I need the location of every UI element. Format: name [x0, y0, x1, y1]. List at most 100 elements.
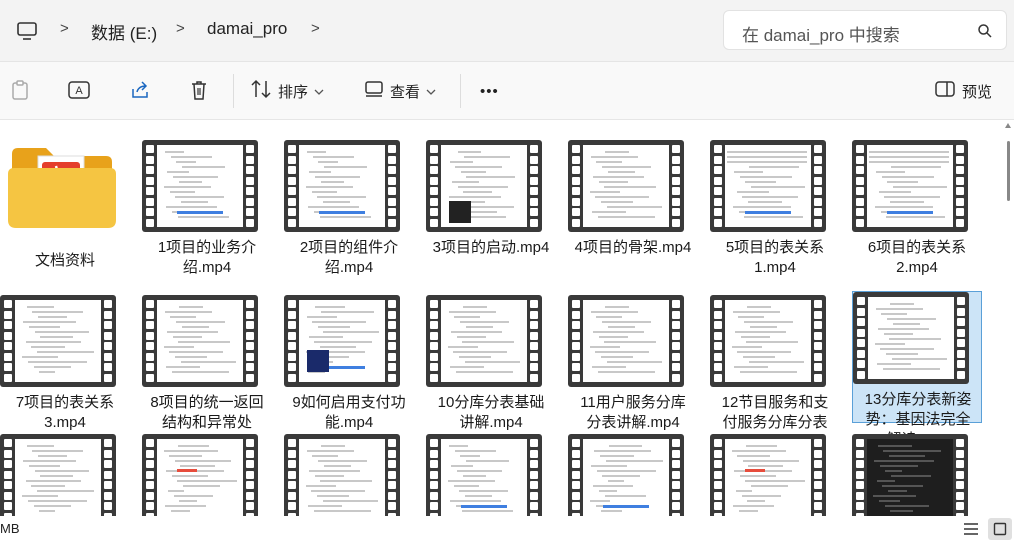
preview-line [25, 480, 82, 482]
film-hole [4, 449, 12, 458]
chevron-right-icon[interactable]: > [311, 20, 320, 37]
rename-icon[interactable]: A [66, 78, 92, 102]
video-file-item[interactable]: 11用户服务分库分表讲解.mp4 [568, 295, 698, 431]
film-hole [572, 310, 580, 319]
film-hole [388, 155, 396, 164]
search-placeholder: 在 damai_pro 中搜索 [742, 26, 900, 45]
preview-line [169, 191, 195, 193]
view-button[interactable]: 查看 [364, 72, 436, 110]
film-hole [530, 197, 538, 206]
preview-line [589, 191, 621, 193]
preview-line [732, 311, 781, 313]
file-name: 7项目的表关系3.mp4 [15, 394, 115, 431]
film-hole [530, 373, 538, 382]
film-hole [714, 310, 722, 319]
film-hole [246, 197, 254, 206]
preview-line [311, 490, 366, 492]
preview-line [465, 460, 510, 462]
preview-line [448, 196, 501, 198]
video-file-item[interactable]: 3项目的启动.mp4 [426, 140, 556, 272]
preview-line [31, 346, 66, 348]
film-hole [430, 321, 438, 329]
chevron-right-icon[interactable]: > [176, 20, 185, 37]
large-icons-view-icon[interactable] [988, 518, 1012, 540]
search-input[interactable]: 在 damai_pro 中搜索 [723, 10, 1007, 50]
scroll-up-arrow[interactable] [1005, 123, 1011, 128]
share-icon[interactable] [127, 78, 153, 102]
details-view-icon[interactable] [960, 518, 982, 540]
preview-line [26, 306, 55, 308]
preview-line [460, 455, 481, 457]
preview-image [307, 350, 329, 372]
film-hole [104, 352, 112, 361]
breadcrumb-drive[interactable]: 数据 (E:) [91, 19, 157, 44]
film-hole [572, 187, 580, 195]
film-hole [146, 208, 154, 216]
video-file-item[interactable]: 5项目的表关系1.mp4 [710, 140, 840, 276]
video-file-item[interactable]: 4项目的骨架.mp4 [568, 140, 698, 272]
scroll-thumb[interactable] [1007, 141, 1010, 201]
preview-line [309, 171, 332, 173]
preview-line [883, 333, 913, 335]
film-hole [246, 460, 254, 468]
video-file-item[interactable]: 7项目的表关系3.mp4 [0, 295, 130, 431]
video-file-item[interactable]: 2项目的组件介绍.mp4 [284, 140, 414, 276]
computer-icon[interactable] [14, 18, 40, 44]
preview-line [461, 510, 514, 512]
video-file-item[interactable]: 8项目的统一返回结构和异常处理.mp4 [142, 295, 272, 451]
film-hole [388, 331, 396, 340]
film-hole [672, 166, 680, 174]
film-hole [388, 470, 396, 479]
folder-item[interactable]: 文档资料 [0, 140, 130, 272]
film-hole [4, 481, 12, 489]
paste-icon[interactable] [8, 78, 32, 102]
film-hole [430, 439, 438, 447]
preview-line [166, 206, 217, 208]
film-hole [714, 166, 722, 174]
video-file-item[interactable]: 6项目的表关系2.mp4 [852, 140, 982, 276]
film-hole [714, 449, 722, 458]
delete-icon[interactable] [186, 78, 212, 102]
preview-line [741, 495, 782, 497]
preview-line [453, 485, 479, 487]
film-hole [956, 460, 964, 468]
chevron-right-icon[interactable]: > [60, 20, 69, 37]
film-hole [246, 373, 254, 382]
film-hole [956, 155, 964, 164]
video-thumbnail [284, 295, 400, 387]
preview-line [890, 303, 915, 305]
preview-line [739, 475, 776, 477]
video-thumbnail [710, 140, 826, 232]
preview-pane-button[interactable]: 预览 [934, 72, 992, 110]
preview-line [605, 306, 630, 308]
video-file-item[interactable]: 9如何启用支付功能.mp4 [284, 295, 414, 431]
film-hole [104, 449, 112, 458]
film-hole [572, 300, 580, 308]
video-preview [299, 439, 385, 521]
film-hole [814, 218, 822, 227]
preview-line [180, 361, 237, 363]
film-hole [430, 460, 438, 468]
breadcrumb-folder[interactable]: damai_pro [207, 19, 287, 39]
video-file-item[interactable]: 1项目的业务介绍.mp4 [142, 140, 272, 276]
sort-button[interactable]: 排序 [250, 72, 324, 110]
scrollbar[interactable] [1003, 121, 1014, 521]
video-file-item[interactable]: 13分库分表新姿势：基因法完全解读.mp4 [852, 291, 982, 448]
preview-line [892, 186, 947, 188]
search-icon[interactable] [976, 22, 994, 40]
preview-line [743, 356, 776, 358]
preview-line [886, 318, 936, 320]
film-hole [4, 321, 12, 329]
more-options-button[interactable]: ••• [480, 72, 499, 110]
film-hole [714, 502, 722, 510]
video-file-item[interactable]: 10分库分表基础讲解.mp4 [426, 295, 556, 431]
film-hole [672, 187, 680, 195]
preview-line [320, 181, 345, 183]
film-hole [672, 363, 680, 371]
preview-line [598, 336, 628, 338]
preview-line [743, 321, 793, 323]
film-hole [572, 439, 580, 447]
video-file-item[interactable]: 12节目服务和支付服务分库分表讲解.mp4 [710, 295, 840, 451]
film-hole [714, 481, 722, 489]
preview-line [169, 351, 224, 353]
